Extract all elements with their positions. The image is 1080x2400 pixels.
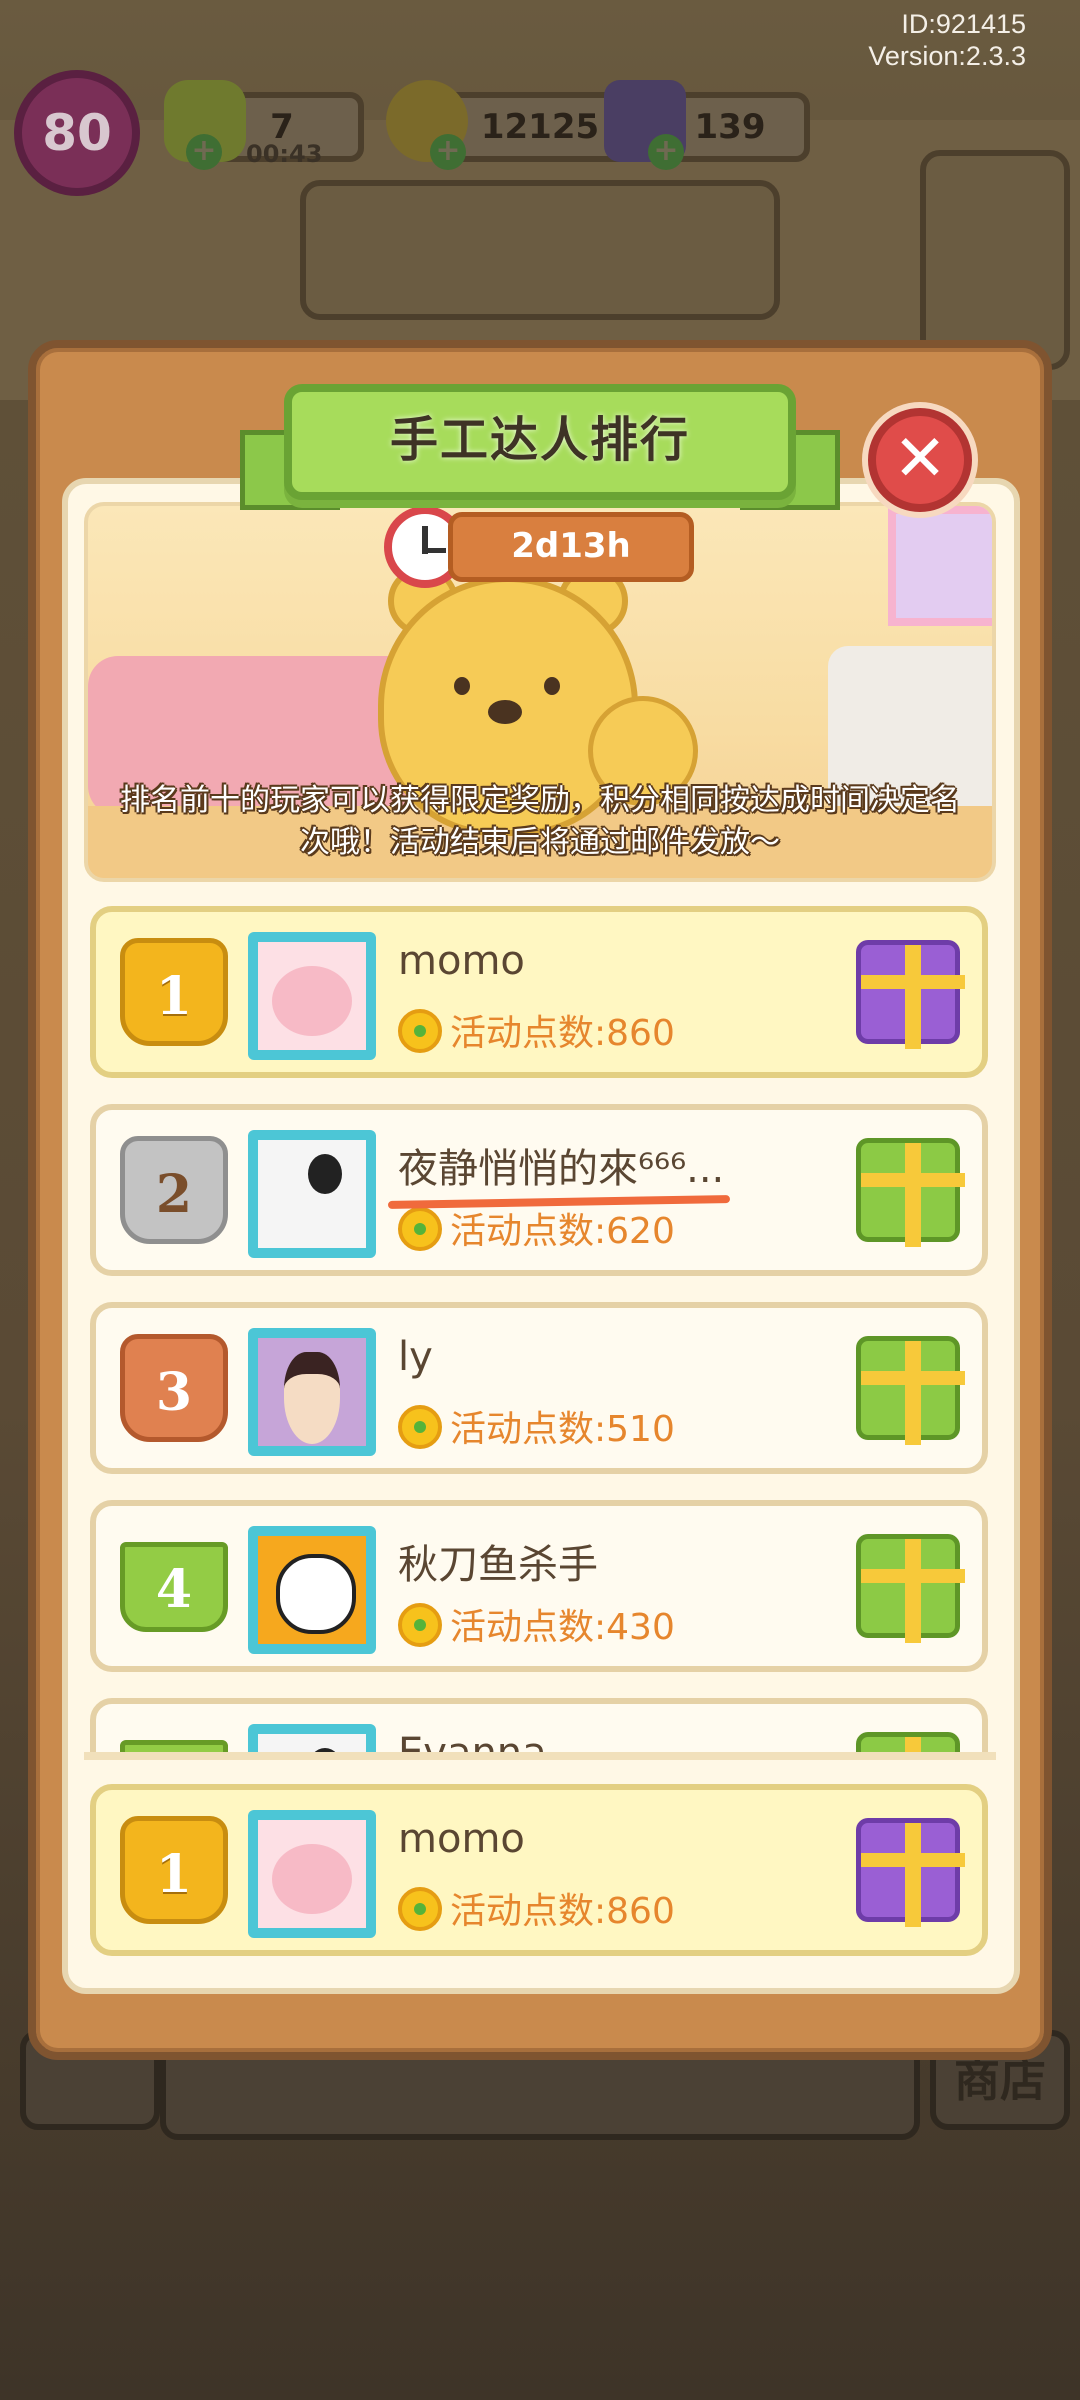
list-divider (84, 1752, 996, 1760)
gem-plus-button[interactable]: + (648, 134, 684, 170)
points-text: 活动点数:860 (450, 1013, 675, 1054)
background-shelf (300, 180, 780, 320)
player-name: Evanna (398, 1730, 547, 1754)
flower-coin-icon (398, 1887, 442, 1931)
coin-plus-button[interactable]: + (430, 134, 466, 170)
flower-coin-icon (398, 1405, 442, 1449)
avatar[interactable] (248, 1810, 376, 1938)
points-text: 活动点数:430 (450, 1607, 675, 1648)
build-info: ID:921415 Version:2.3.3 (868, 8, 1026, 72)
clock-hand (424, 548, 446, 553)
reward-gift-icon[interactable] (856, 1534, 965, 1643)
flower-coin-icon (398, 1009, 442, 1053)
avatar-image (258, 1734, 366, 1754)
reward-gift-icon[interactable] (856, 1732, 960, 1754)
player-name: momo (398, 1816, 525, 1862)
ranking-row-1[interactable]: 1 momo 活动点数:860 (90, 906, 988, 1078)
avatar-image (258, 1536, 366, 1644)
gem-value: 139 (694, 107, 766, 147)
energy-plus-button[interactable]: + (186, 134, 222, 170)
crown-badge-silver: 2 (120, 1136, 228, 1244)
player-name: ly (398, 1334, 433, 1380)
title-ribbon: 手工达人排行 (284, 384, 796, 500)
activity-points: 活动点数:860 (398, 1882, 675, 1934)
points-text: 活动点数:860 (450, 1891, 675, 1932)
activity-points: 活动点数:620 (398, 1202, 675, 1254)
avatar-image (258, 1820, 366, 1928)
activity-points: 活动点数:430 (398, 1598, 675, 1650)
crown-badge-bronze: 3 (120, 1334, 228, 1442)
reward-gift-icon[interactable] (856, 1818, 965, 1927)
level-badge: 80 (14, 70, 140, 196)
crown-badge-gold: 1 (120, 938, 228, 1046)
bear-eye (454, 677, 470, 695)
player-id-text: ID:921415 (901, 9, 1026, 39)
ranking-row-4[interactable]: 4 秋刀鱼杀手 活动点数:430 (90, 1500, 988, 1672)
reward-gift-icon[interactable] (856, 940, 965, 1049)
avatar-image (258, 942, 366, 1050)
background-cabinet (920, 150, 1070, 370)
avatar[interactable] (248, 1526, 376, 1654)
event-countdown: 2d13h (448, 512, 694, 582)
my-ranking-row[interactable]: 1 momo 活动点数:860 (90, 1784, 988, 1956)
version-text: Version:2.3.3 (868, 41, 1026, 71)
ranking-row-2[interactable]: 2 夜静悄悄的來⁶⁶⁶... 活动点数:620 (90, 1104, 988, 1276)
player-name: 秋刀鱼杀手 (398, 1542, 598, 1588)
activity-points: 活动点数:860 (398, 1004, 675, 1056)
crown-badge-gold: 1 (120, 1816, 228, 1924)
reward-gift-icon[interactable] (856, 1138, 965, 1247)
ranking-row-3[interactable]: 3 ly 活动点数:510 (90, 1302, 988, 1474)
ranking-row-5[interactable]: Evanna (90, 1698, 988, 1754)
rank-flag-badge: 4 (120, 1542, 228, 1632)
avatar-image (258, 1338, 366, 1446)
avatar-image (258, 1140, 366, 1248)
banner-window (888, 506, 992, 626)
close-button[interactable]: ✕ (868, 408, 972, 512)
points-text: 活动点数:510 (450, 1409, 675, 1450)
coin-value: 12125 (480, 107, 600, 147)
bear-nose (488, 700, 522, 724)
player-name: momo (398, 938, 525, 984)
modal-title: 手工达人排行 (389, 412, 690, 468)
close-icon: ✕ (893, 422, 947, 496)
ranking-list[interactable]: 1 momo 活动点数:860 2 夜静悄悄的來⁶⁶⁶... 活动点数:620 … (84, 900, 996, 1754)
activity-points: 活动点数:510 (398, 1400, 675, 1452)
energy-timer: 00:43 (246, 140, 323, 168)
reward-gift-icon[interactable] (856, 1336, 965, 1445)
flower-coin-icon (398, 1603, 442, 1647)
bear-eye (544, 677, 560, 695)
avatar[interactable] (248, 1130, 376, 1258)
player-name: 夜静悄悄的來⁶⁶⁶... (398, 1146, 725, 1192)
flower-coin-icon (398, 1207, 442, 1251)
avatar[interactable] (248, 1724, 376, 1754)
event-rules-text: 排名前十的玩家可以获得限定奖励，积分相同按达成时间决定名次哦！活动结束后将通过邮… (120, 783, 960, 860)
avatar[interactable] (248, 932, 376, 1060)
points-text: 活动点数:620 (450, 1211, 675, 1252)
avatar[interactable] (248, 1328, 376, 1456)
